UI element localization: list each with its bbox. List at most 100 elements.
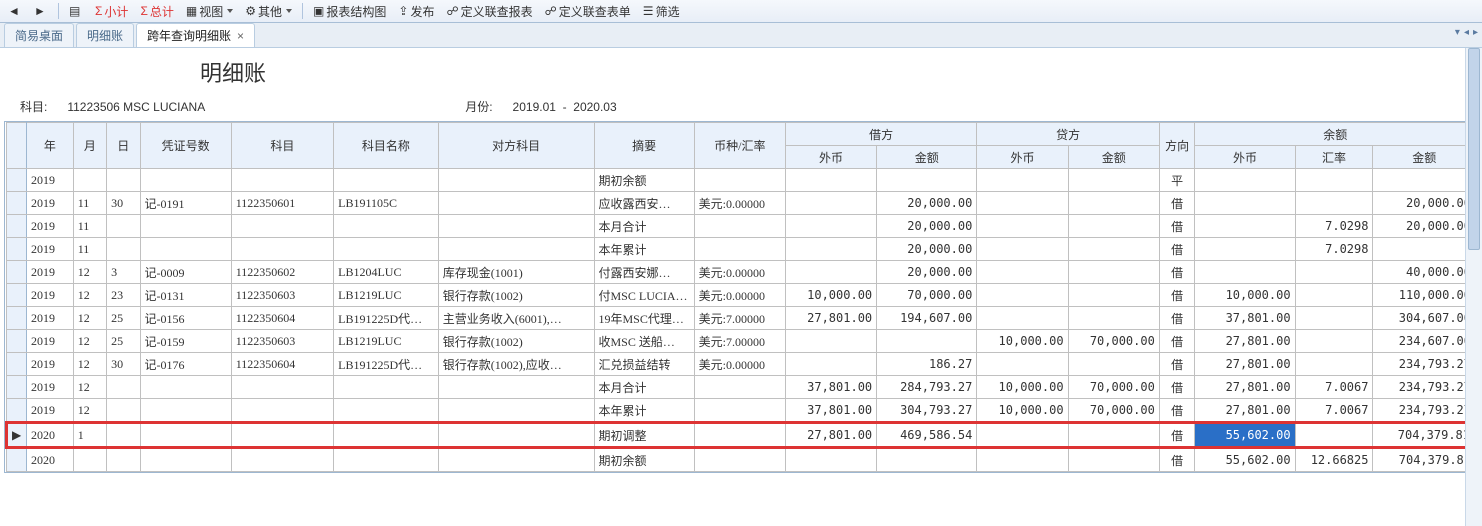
- cell-day[interactable]: [107, 399, 140, 423]
- cell-memo[interactable]: 汇兑损益结转: [594, 353, 694, 376]
- col-credit-amt[interactable]: 金额: [1068, 146, 1159, 169]
- vertical-scrollbar[interactable]: [1465, 48, 1482, 526]
- cell-account[interactable]: [231, 238, 333, 261]
- cell-day[interactable]: [107, 169, 140, 192]
- total-button[interactable]: Σ总计: [136, 1, 177, 21]
- cell-account-name[interactable]: LB1219LUC: [334, 284, 439, 307]
- cell-month[interactable]: 11: [73, 238, 106, 261]
- cell-credit-fc[interactable]: [977, 192, 1068, 215]
- cell-balance-rate[interactable]: [1295, 330, 1373, 353]
- cell-currency[interactable]: [694, 215, 785, 238]
- col-memo[interactable]: 摘要: [594, 123, 694, 169]
- table-row[interactable]: ▶20201期初调整27,801.00469,586.54借55,602.007…: [7, 423, 1476, 448]
- row-indicator[interactable]: [7, 448, 27, 472]
- cell-voucher[interactable]: 记-0176: [140, 353, 231, 376]
- cell-opposite[interactable]: 主营业务收入(6001),…: [438, 307, 594, 330]
- cell-day[interactable]: 25: [107, 330, 140, 353]
- cell-balance-rate[interactable]: [1295, 423, 1373, 448]
- cell-day[interactable]: 25: [107, 307, 140, 330]
- cell-debit-amt[interactable]: 284,793.27: [877, 376, 977, 399]
- def-join-report-button[interactable]: ☍定义联查报表: [442, 1, 536, 21]
- table-row[interactable]: 2019期初余额平: [7, 169, 1476, 192]
- cell-debit-fc[interactable]: [785, 238, 876, 261]
- cell-opposite[interactable]: [438, 423, 594, 448]
- table-row[interactable]: 20191223记-01311122350603LB1219LUC银行存款(10…: [7, 284, 1476, 307]
- cell-account-name[interactable]: [334, 376, 439, 399]
- cell-debit-amt[interactable]: [877, 169, 977, 192]
- tabs-next-icon[interactable]: ▸: [1473, 27, 1478, 38]
- cell-currency[interactable]: [694, 169, 785, 192]
- cell-credit-amt[interactable]: 70,000.00: [1068, 376, 1159, 399]
- col-debit-fc[interactable]: 外币: [785, 146, 876, 169]
- cell-memo[interactable]: 19年MSC代理…: [594, 307, 694, 330]
- cell-memo[interactable]: 收MSC 送船…: [594, 330, 694, 353]
- cell-memo[interactable]: 期初余额: [594, 448, 694, 472]
- cell-direction[interactable]: 借: [1159, 399, 1195, 423]
- col-bal-rate[interactable]: 汇率: [1295, 146, 1373, 169]
- cell-opposite[interactable]: 银行存款(1002): [438, 284, 594, 307]
- col-credit-group[interactable]: 贷方: [977, 123, 1160, 146]
- cell-balance-rate[interactable]: [1295, 261, 1373, 284]
- cell-debit-amt[interactable]: 304,793.27: [877, 399, 977, 423]
- cell-currency[interactable]: 美元:0.00000: [694, 284, 785, 307]
- cell-memo[interactable]: 付MSC LUCIA…: [594, 284, 694, 307]
- cell-memo[interactable]: 期初调整: [594, 423, 694, 448]
- cell-account-name[interactable]: LB191225D代…: [334, 353, 439, 376]
- row-indicator[interactable]: [7, 376, 27, 399]
- cell-debit-amt[interactable]: 186.27: [877, 353, 977, 376]
- cell-month[interactable]: 1: [73, 423, 106, 448]
- cell-credit-fc[interactable]: [977, 169, 1068, 192]
- cell-credit-fc[interactable]: [977, 448, 1068, 472]
- cell-opposite[interactable]: 库存现金(1001): [438, 261, 594, 284]
- close-icon[interactable]: ×: [237, 29, 244, 43]
- cell-currency[interactable]: 美元:7.00000: [694, 307, 785, 330]
- table-row[interactable]: 2019123记-00091122350602LB1204LUC库存现金(100…: [7, 261, 1476, 284]
- cell-opposite[interactable]: 银行存款(1002): [438, 330, 594, 353]
- cell-currency[interactable]: 美元:0.00000: [694, 353, 785, 376]
- cell-year[interactable]: 2019: [27, 353, 74, 376]
- cell-opposite[interactable]: [438, 238, 594, 261]
- cell-balance-fc[interactable]: [1195, 261, 1295, 284]
- cell-account-name[interactable]: LB1219LUC: [334, 330, 439, 353]
- cell-voucher[interactable]: [140, 448, 231, 472]
- cell-debit-amt[interactable]: 469,586.54: [877, 423, 977, 448]
- cell-memo[interactable]: 本月合计: [594, 376, 694, 399]
- cell-credit-fc[interactable]: [977, 353, 1068, 376]
- row-indicator[interactable]: [7, 169, 27, 192]
- cell-balance-fc[interactable]: 10,000.00: [1195, 284, 1295, 307]
- cell-credit-amt[interactable]: [1068, 448, 1159, 472]
- cell-currency[interactable]: 美元:0.00000: [694, 261, 785, 284]
- cell-balance-rate[interactable]: 7.0067: [1295, 399, 1373, 423]
- cell-month[interactable]: 11: [73, 192, 106, 215]
- cell-balance-amt[interactable]: [1373, 169, 1476, 192]
- cell-debit-amt[interactable]: 194,607.00: [877, 307, 977, 330]
- cell-month[interactable]: 12: [73, 307, 106, 330]
- cell-debit-fc[interactable]: 37,801.00: [785, 376, 876, 399]
- cell-year[interactable]: 2019: [27, 169, 74, 192]
- cell-credit-fc[interactable]: 10,000.00: [977, 399, 1068, 423]
- cell-debit-fc[interactable]: 27,801.00: [785, 307, 876, 330]
- cell-voucher[interactable]: 记-0159: [140, 330, 231, 353]
- cell-balance-amt[interactable]: 40,000.00: [1373, 261, 1476, 284]
- cell-currency[interactable]: [694, 448, 785, 472]
- table-row[interactable]: 20191230记-01761122350604LB191225D代…银行存款(…: [7, 353, 1476, 376]
- cell-debit-fc[interactable]: 27,801.00: [785, 423, 876, 448]
- cell-credit-amt[interactable]: [1068, 192, 1159, 215]
- cell-day[interactable]: [107, 215, 140, 238]
- cell-account-name[interactable]: LB191105C: [334, 192, 439, 215]
- cell-month[interactable]: 12: [73, 376, 106, 399]
- subtotal-button[interactable]: Σ小计: [91, 1, 132, 21]
- cell-day[interactable]: [107, 448, 140, 472]
- cell-account[interactable]: 1122350603: [231, 284, 333, 307]
- cell-balance-fc[interactable]: 55,602.00: [1195, 448, 1295, 472]
- cell-balance-rate[interactable]: 7.0067: [1295, 376, 1373, 399]
- row-indicator[interactable]: [7, 307, 27, 330]
- cell-debit-amt[interactable]: 70,000.00: [877, 284, 977, 307]
- cell-direction[interactable]: 借: [1159, 330, 1195, 353]
- row-indicator[interactable]: [7, 353, 27, 376]
- cell-account[interactable]: 1122350603: [231, 330, 333, 353]
- cell-year[interactable]: 2019: [27, 215, 74, 238]
- view-dropdown[interactable]: ▦视图: [182, 1, 237, 21]
- cell-balance-fc[interactable]: [1195, 215, 1295, 238]
- cell-balance-amt[interactable]: 110,000.00: [1373, 284, 1476, 307]
